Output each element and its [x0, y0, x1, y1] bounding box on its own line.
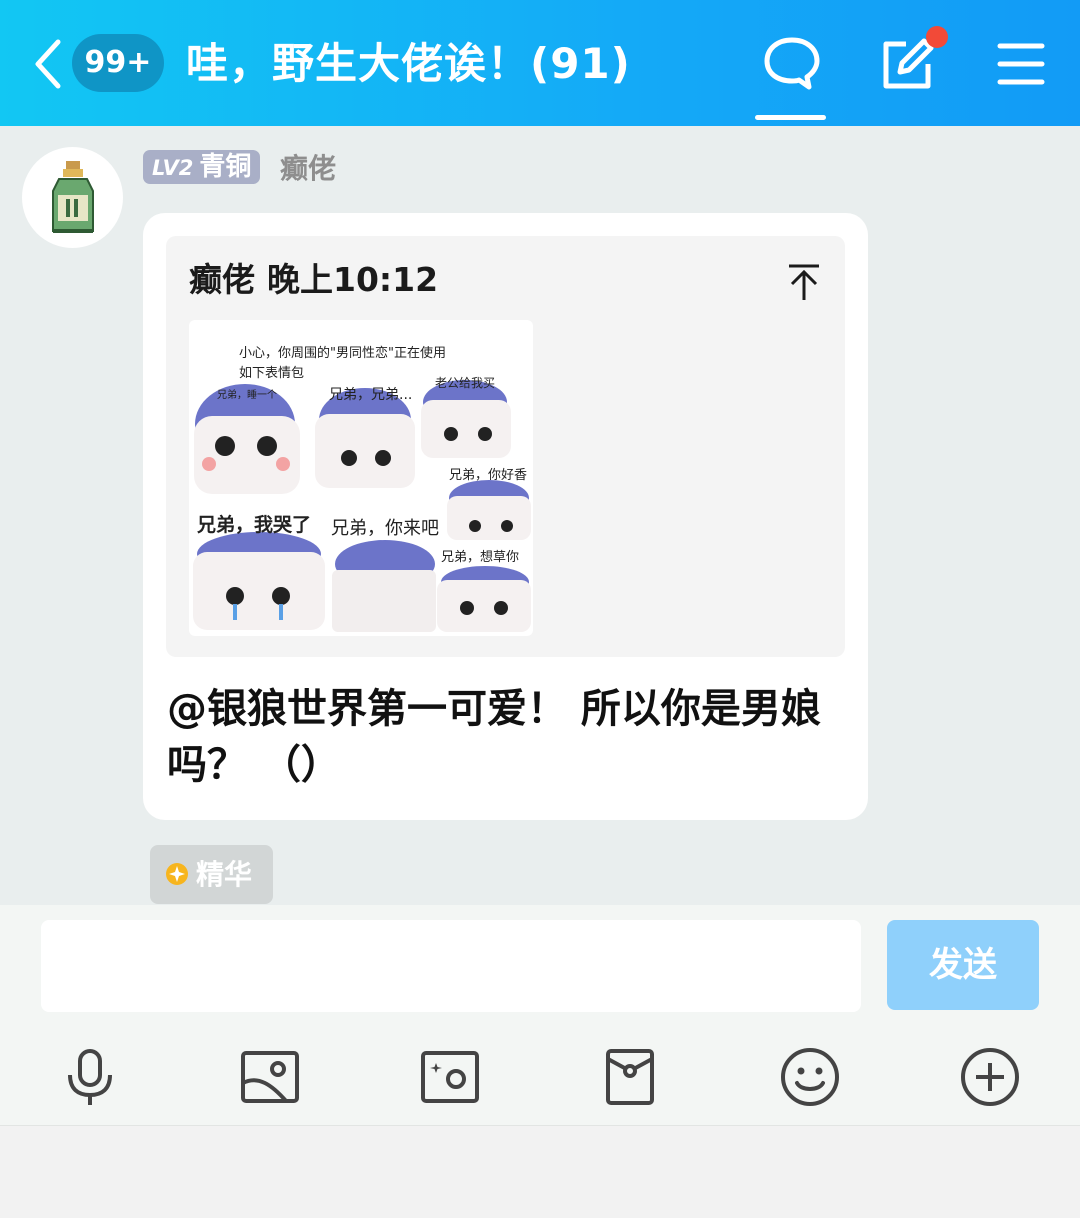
message-input[interactable] — [41, 920, 861, 1012]
image-icon[interactable] — [238, 1045, 302, 1109]
meme-caption: 如下表情包 — [239, 366, 305, 381]
composer: 发送 — [0, 905, 1080, 1126]
meme-caption: 老公给我买 — [435, 376, 496, 390]
avatar[interactable] — [22, 147, 123, 248]
meme-caption: 兄弟，睡一个 — [217, 390, 277, 401]
red-packet-icon[interactable] — [598, 1045, 662, 1109]
camera-icon[interactable] — [418, 1045, 482, 1109]
meme-caption: 小心，你周围的"男同性恋"正在使用 — [239, 346, 446, 361]
quoted-header: 癫佬 晚上10:12 — [189, 258, 438, 302]
meme-image[interactable]: 小心，你周围的"男同性恋"正在使用 如下表情包 兄弟，睡一个 兄弟，兄弟... … — [189, 320, 533, 636]
group-title: 哇，野生大佬诶！(91) — [186, 39, 631, 88]
chat-header: 99+ 哇，野生大佬诶！(91) — [0, 0, 1080, 126]
quoted-time: 晚上10:12 — [267, 260, 439, 299]
tea-bottle-avatar-icon — [52, 161, 94, 233]
meme-caption: 兄弟，你来吧 — [331, 518, 439, 539]
essence-tag[interactable]: 精华 — [150, 845, 273, 904]
quoted-author: 癫佬 — [189, 260, 255, 299]
sender-name[interactable]: 癫佬 — [280, 150, 336, 188]
plus-icon[interactable] — [958, 1045, 1022, 1109]
back-icon[interactable] — [28, 36, 68, 92]
active-tab-indicator — [755, 115, 826, 120]
notification-dot — [926, 26, 948, 48]
microphone-icon[interactable] — [58, 1045, 122, 1109]
meme-caption: 兄弟，我哭了 — [197, 514, 312, 536]
menu-icon[interactable] — [992, 34, 1052, 94]
rank-label: 青铜 — [199, 152, 252, 182]
unread-count-badge[interactable]: 99+ — [72, 34, 164, 92]
emoji-icon[interactable] — [778, 1045, 842, 1109]
chat-bubble-icon[interactable] — [762, 34, 822, 94]
level-badge: LV2 青铜 — [143, 150, 261, 184]
sparkle-icon — [166, 863, 188, 885]
jump-to-top-icon[interactable] — [786, 262, 822, 302]
essence-label: 精华 — [196, 858, 253, 891]
send-button[interactable]: 发送 — [887, 920, 1039, 1010]
message-bubble[interactable]: 癫佬 晚上10:12 小心，你周围的"男同性恋"正在使用 如下表情包 兄弟，睡一… — [143, 213, 868, 820]
meme-caption: 兄弟，想草你 — [441, 550, 520, 565]
meme-caption: 兄弟，兄弟... — [329, 387, 413, 403]
meme-caption: 兄弟，你好香 — [449, 468, 528, 483]
quoted-message[interactable]: 癫佬 晚上10:12 小心，你周围的"男同性恋"正在使用 如下表情包 兄弟，睡一… — [166, 236, 845, 657]
level-label: LV2 — [152, 156, 194, 180]
bottom-panel — [0, 1126, 1080, 1218]
message-text: @银狼世界第一可爱！ 所以你是男娘吗？ （） — [167, 686, 821, 788]
